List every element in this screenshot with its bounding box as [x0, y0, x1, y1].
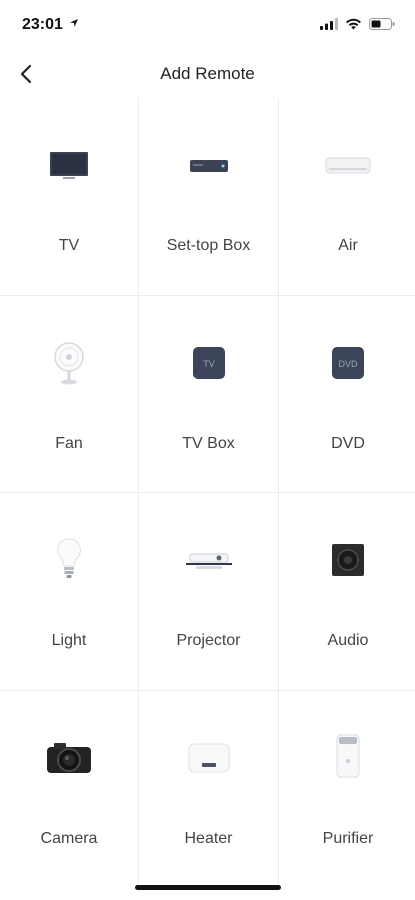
device-label: Heater — [184, 829, 233, 847]
home-indicator[interactable] — [135, 885, 281, 890]
fan-icon — [0, 338, 138, 388]
signal-icon — [320, 18, 338, 30]
speaker-icon — [279, 537, 415, 583]
status-time: 23:01 — [22, 16, 79, 34]
device-label: Air — [338, 237, 358, 254]
tv-box-icon: TV — [139, 340, 278, 386]
tv-box-badge: TV — [203, 359, 215, 369]
battery-icon — [369, 18, 395, 30]
device-label: TV — [58, 237, 80, 254]
camera-icon — [0, 735, 138, 781]
device-camera[interactable]: Camera — [0, 690, 138, 887]
device-set-top-box[interactable]: Set-top Box — [139, 98, 278, 295]
device-label: Audio — [327, 632, 369, 649]
projector-icon — [139, 541, 278, 581]
device-label: Projector — [176, 632, 241, 649]
device-light[interactable]: Light — [0, 493, 138, 690]
device-label: Light — [51, 632, 87, 649]
device-projector[interactable]: Projector — [139, 493, 278, 690]
tv-icon — [0, 146, 138, 186]
location-arrow-icon — [70, 19, 79, 27]
device-label: Purifier — [322, 829, 374, 847]
status-indicators — [320, 18, 395, 30]
device-label: TV Box — [182, 434, 235, 452]
page-title: Add Remote — [160, 64, 255, 83]
device-tv[interactable]: TV — [0, 98, 138, 295]
device-label: Camera — [40, 829, 98, 847]
device-label: DVD — [331, 434, 365, 452]
device-fan[interactable]: Fan — [0, 295, 138, 492]
heater-icon — [139, 735, 278, 781]
set-top-box-icon — [139, 146, 278, 186]
status-bar: 23:01 — [0, 0, 415, 50]
device-tv-box[interactable]: TV TV Box — [139, 295, 278, 492]
device-dvd[interactable]: DVD DVD — [279, 295, 415, 492]
wifi-icon — [346, 18, 361, 30]
device-label: Set-top Box — [166, 237, 251, 254]
device-purifier[interactable]: Purifier — [279, 690, 415, 887]
device-grid: TV Set-top Box Air Fan TV TV Box DVD DVD… — [0, 98, 415, 887]
air-conditioner-icon — [279, 146, 415, 186]
dvd-icon: DVD — [279, 340, 415, 386]
device-heater[interactable]: Heater — [139, 690, 278, 887]
device-label: Fan — [55, 434, 83, 452]
status-time-text: 23:01 — [22, 16, 63, 33]
device-air[interactable]: Air — [279, 98, 415, 295]
dvd-badge: DVD — [338, 359, 358, 369]
nav-bar: Add Remote — [0, 50, 415, 98]
light-bulb-icon — [0, 533, 138, 583]
purifier-icon — [279, 729, 415, 783]
device-audio[interactable]: Audio — [279, 493, 415, 690]
